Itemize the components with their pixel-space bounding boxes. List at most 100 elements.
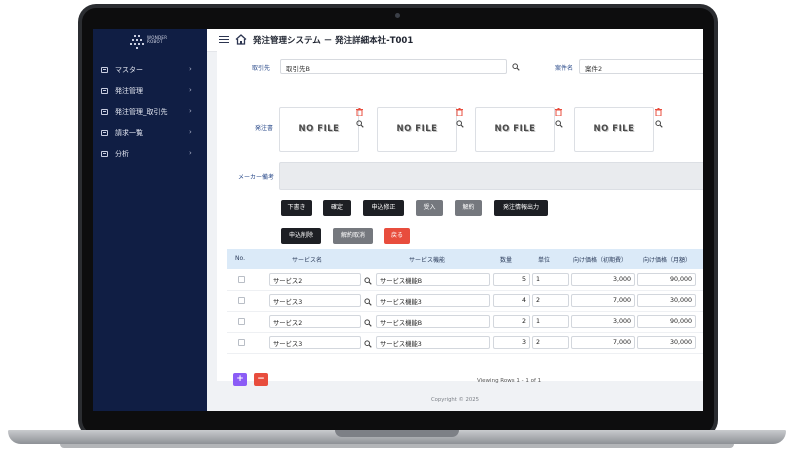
delete-application-button[interactable]: 申込削除 [281, 228, 321, 244]
trash-icon[interactable] [456, 108, 463, 116]
file-slot[interactable]: NO FILE [574, 107, 654, 152]
search-icon[interactable] [364, 340, 372, 348]
service-name-input[interactable]: サービス3 [269, 294, 361, 307]
application-edit-button[interactable]: 申込修正 [363, 200, 404, 216]
search-icon[interactable] [555, 120, 563, 128]
initial-price-input[interactable]: 3,000 [571, 273, 635, 286]
maker-memo-label: メーカー備考 [238, 174, 275, 181]
search-icon[interactable] [364, 277, 372, 285]
initial-price-input[interactable]: 7,000 [571, 336, 635, 349]
search-icon[interactable] [456, 120, 464, 128]
service-name-input[interactable]: サービス3 [269, 336, 361, 349]
export-order-info-button[interactable]: 発注情報出力 [494, 200, 548, 216]
sidebar-item-analysis[interactable]: 分析 › [93, 145, 207, 165]
search-icon[interactable] [655, 120, 663, 128]
sidebar-item-label: 発注管理 [115, 87, 143, 95]
table-header: No. サービス名 サービス機能 数量 単位 向け価格（初期費） 向け価格（月額… [227, 249, 703, 269]
logo-text: WONDER ROBOT [147, 36, 167, 44]
confirm-button[interactable]: 確定 [323, 200, 351, 216]
unit-input[interactable]: 2 [532, 294, 569, 307]
sidebar-item-master[interactable]: マスター › [93, 61, 207, 81]
col-no: No. [235, 255, 245, 262]
case-label: 案件名 [555, 65, 574, 72]
unit-input[interactable]: 1 [532, 273, 569, 286]
service-function-input[interactable]: サービス機能B [376, 315, 490, 328]
monthly-price-input[interactable]: 30,000 [637, 294, 696, 307]
cancel-contract-button[interactable]: 解約 [455, 200, 482, 216]
sidebar-item-label: 請求一覧 [115, 129, 143, 137]
folder-icon [101, 88, 108, 94]
col-monthly-price: 向け価格（月額） [642, 257, 691, 264]
quantity-input[interactable]: 5 [493, 273, 530, 286]
page-title: 発注管理システム － 発注詳細本社-T001 [253, 36, 414, 46]
initial-price-input[interactable]: 3,000 [571, 315, 635, 328]
folder-icon [101, 130, 108, 136]
remove-row-button[interactable]: − [254, 373, 268, 386]
search-icon[interactable] [356, 120, 364, 128]
no-file-placeholder: NO FILE [396, 124, 438, 134]
file-slot[interactable]: NO FILE [279, 107, 359, 152]
file-slot[interactable]: NO FILE [475, 107, 555, 152]
row-checkbox[interactable] [238, 276, 245, 283]
sidebar-item-label: 分析 [115, 150, 129, 158]
chevron-right-icon: › [189, 65, 192, 73]
col-unit: 単位 [537, 257, 550, 264]
quantity-input[interactable]: 2 [493, 315, 530, 328]
monthly-price-input[interactable]: 30,000 [637, 336, 696, 349]
hamburger-menu-icon[interactable] [219, 36, 229, 44]
laptop-foot [60, 444, 734, 448]
chevron-right-icon: › [189, 128, 192, 136]
search-icon[interactable] [364, 319, 372, 327]
trash-icon[interactable] [356, 108, 363, 116]
folder-icon [101, 67, 108, 73]
sidebar-item-label: 発注管理_取引先 [115, 108, 168, 116]
table-row[interactable]: サービス2 サービス機能B 5 1 3,000 90,000 [227, 270, 703, 291]
supplier-input[interactable]: 取引先B [280, 59, 507, 74]
home-icon[interactable] [235, 34, 247, 45]
chevron-right-icon: › [189, 149, 192, 157]
copyright-footer: Copyright © 2025 [430, 397, 480, 403]
row-checkbox[interactable] [238, 318, 245, 325]
supplier-label: 取引先 [252, 65, 271, 72]
trash-icon[interactable] [655, 108, 662, 116]
row-checkbox[interactable] [238, 339, 245, 346]
service-function-input[interactable]: サービス機能B [376, 273, 490, 286]
initial-price-input[interactable]: 7,000 [571, 294, 635, 307]
draft-button[interactable]: 下書き [281, 200, 312, 216]
sidebar-item-order-management[interactable]: 発注管理 › [93, 82, 207, 102]
table-row[interactable]: サービス2 サービス機能B 2 1 3,000 90,000 [227, 312, 703, 333]
monthly-price-input[interactable]: 90,000 [637, 315, 696, 328]
service-name-input[interactable]: サービス2 [269, 315, 361, 328]
service-function-input[interactable]: サービス機能3 [376, 294, 490, 307]
quantity-input[interactable]: 3 [493, 336, 530, 349]
main-content: 取引先 取引先B 案件名 案件2 発注書 NO FILE NO FILE NO … [217, 51, 703, 386]
add-row-button[interactable]: + [233, 373, 247, 386]
service-name-input[interactable]: サービス2 [269, 273, 361, 286]
sidebar-item-invoices[interactable]: 請求一覧 › [93, 124, 207, 144]
col-service-function: サービス機能 [408, 257, 445, 264]
unit-input[interactable]: 2 [532, 336, 569, 349]
file-slot[interactable]: NO FILE [377, 107, 457, 152]
row-checkbox[interactable] [238, 297, 245, 304]
undo-cancel-button[interactable]: 解約取消 [333, 228, 373, 244]
search-icon[interactable] [512, 63, 520, 71]
accept-button[interactable]: 受入 [416, 200, 443, 216]
search-icon[interactable] [364, 298, 372, 306]
trash-icon[interactable] [555, 108, 562, 116]
monthly-price-input[interactable]: 90,000 [637, 273, 696, 286]
folder-icon [101, 151, 108, 157]
order-doc-label: 発注書 [255, 125, 274, 132]
maker-memo-field[interactable] [279, 162, 703, 190]
service-function-input[interactable]: サービス機能3 [376, 336, 490, 349]
sidebar-item-order-supplier[interactable]: 発注管理_取引先 › [93, 103, 207, 123]
table-row[interactable]: サービス3 サービス機能3 4 2 7,000 30,000 [227, 291, 703, 312]
back-button[interactable]: 戻る [384, 228, 410, 244]
top-bar: 発注管理システム － 発注詳細本社-T001 [207, 29, 703, 52]
viewing-rows-text: Viewing Rows 1 - 1 of 1 [477, 378, 542, 384]
col-initial-price: 向け価格（初期費） [572, 257, 627, 264]
quantity-input[interactable]: 4 [493, 294, 530, 307]
unit-input[interactable]: 1 [532, 315, 569, 328]
case-input[interactable]: 案件2 [579, 59, 703, 74]
table-row[interactable]: サービス3 サービス機能3 3 2 7,000 30,000 [227, 333, 703, 354]
laptop-notch [335, 430, 459, 437]
